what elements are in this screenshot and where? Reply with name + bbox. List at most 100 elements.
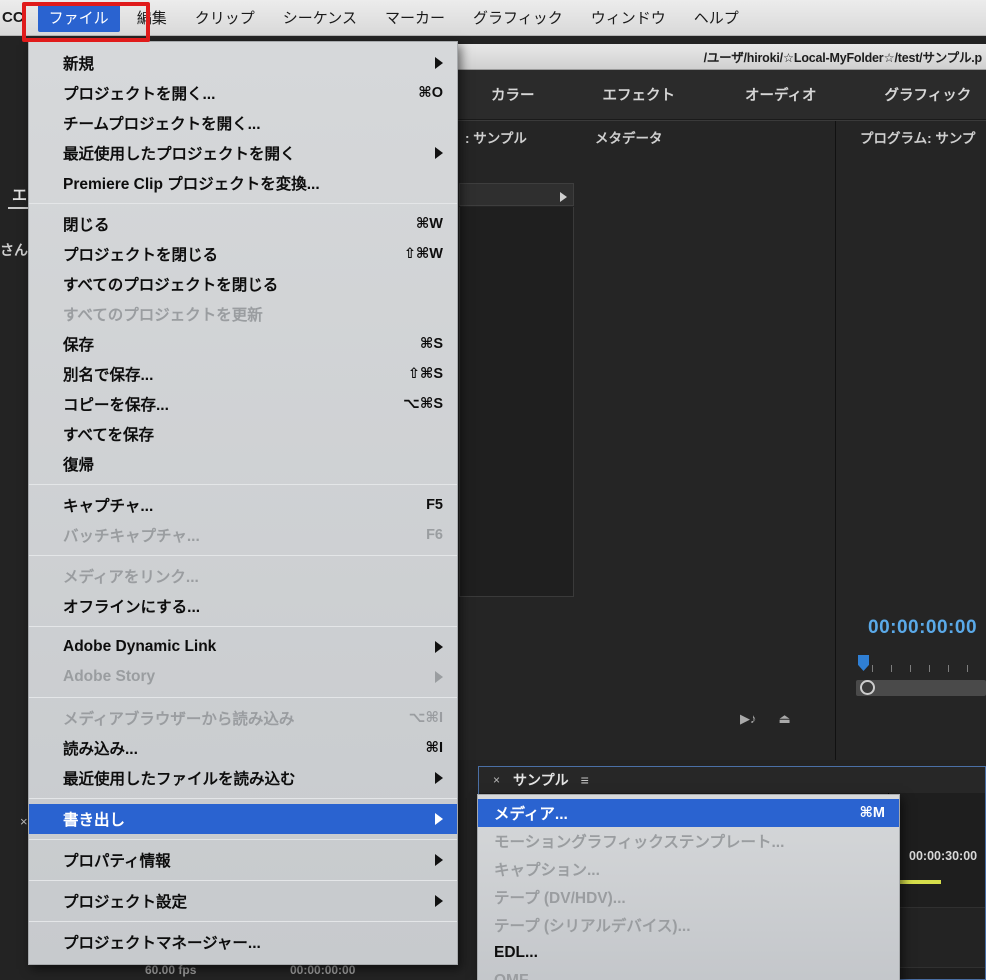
left-panel-strip: エ さん) ×: [0, 44, 33, 980]
menu-item-label: Adobe Dynamic Link: [63, 638, 217, 655]
menu-separator: [29, 555, 457, 556]
workspace-tab-color[interactable]: カラー: [477, 84, 549, 105]
menu-item[interactable]: チームプロジェクトを開く...: [29, 108, 457, 138]
menu-item[interactable]: 保存 ⌘S: [29, 329, 457, 359]
left-panel-tab-underline: [8, 207, 30, 209]
menu-item[interactable]: 別名で保存... ⇧⌘S: [29, 359, 457, 389]
menu-item[interactable]: コピーを保存... ⌥⌘S: [29, 389, 457, 419]
workspace-tab-effects[interactable]: エフェクト: [589, 84, 690, 105]
file-dropdown-menu: 新規 プロジェクトを開く... ⌘O チームプロジェクトを開く... 最近使用したプロジ…: [28, 41, 458, 965]
menu-item[interactable]: プロパティ情報: [29, 845, 457, 875]
menu-item[interactable]: キャプチャ... F5: [29, 490, 457, 520]
menu-item: メディアブラウザーから読み込み ⌥⌘I: [29, 703, 457, 733]
source-footer-icons: ▶♪ ⏏: [740, 711, 791, 727]
menu-separator: [29, 880, 457, 881]
menu-item-shortcut: F6: [426, 527, 443, 543]
menu-item: テープ (シリアルデバイス)...: [478, 911, 899, 939]
menu-item: モーショングラフィックステンプレート...: [478, 827, 899, 855]
menu-item-label: バッチキャプチャ...: [63, 528, 200, 545]
menu-item[interactable]: プロジェクトを閉じる ⇧⌘W: [29, 239, 457, 269]
menu-item: キャプション...: [478, 855, 899, 883]
menu-item-label: 書き出し: [63, 812, 126, 829]
program-scrubbar[interactable]: [856, 680, 986, 696]
menu-item-label: コピーを保存...: [63, 397, 169, 414]
source-dropdown[interactable]: [459, 183, 574, 206]
menu-item[interactable]: メディア... ⌘M: [478, 799, 899, 827]
menu-item[interactable]: 書き出し: [29, 804, 457, 834]
menubar-item-window[interactable]: ウィンドウ: [580, 3, 677, 32]
menu-item-label: メディア...: [494, 806, 568, 823]
submenu-arrow-icon: [435, 641, 443, 653]
menu-item-label: 別名で保存...: [63, 367, 154, 384]
menu-item: バッチキャプチャ... F6: [29, 520, 457, 550]
menu-item-shortcut: ⌥⌘I: [408, 710, 443, 726]
menu-item-label: プロジェクトを閉じる: [63, 247, 219, 264]
menubar: CC ファイル 編集 クリップ シーケンス マーカー グラフィック ウィンドウ …: [0, 0, 986, 36]
submenu-arrow-icon: [435, 671, 443, 683]
menu-item-label: 閉じる: [63, 217, 110, 234]
app-name-fragment: CC: [2, 9, 24, 26]
menu-separator: [29, 839, 457, 840]
menu-item[interactable]: 閉じる ⌘W: [29, 209, 457, 239]
timeline-tab-title[interactable]: サンプル: [513, 770, 569, 790]
submenu-arrow-icon: [435, 147, 443, 159]
left-panel-close-icon[interactable]: ×: [20, 814, 28, 829]
tab-metadata[interactable]: メタデータ: [595, 127, 663, 147]
timeline-clip-video[interactable]: [893, 880, 941, 884]
program-scrub-knob[interactable]: [860, 680, 875, 695]
menu-item: テープ (DV/HDV)...: [478, 883, 899, 911]
menu-item-label: キャプション...: [494, 862, 600, 879]
program-timecode: 00:00:00:00: [868, 617, 978, 638]
workspace-tabbar: カラー エフェクト オーディオ グラフィック: [455, 70, 986, 120]
menu-item[interactable]: 最近使用したプロジェクトを開く: [29, 138, 457, 168]
menubar-item-sequence[interactable]: シーケンス: [272, 3, 368, 32]
menu-item[interactable]: Premiere Clip プロジェクトを変換...: [29, 168, 457, 198]
workspace-tab-graphics[interactable]: グラフィック: [871, 84, 986, 105]
panel-divider-1[interactable]: [835, 121, 836, 760]
program-ruler-ticks: [872, 665, 986, 673]
menu-item: OMF: [478, 967, 899, 980]
menu-item[interactable]: すべてを保存: [29, 419, 457, 449]
play-audio-icon[interactable]: ▶♪: [740, 711, 757, 727]
timeline-ruler-timecode: 00:00:30:00: [909, 849, 978, 863]
menu-separator: [29, 484, 457, 485]
menubar-item-edit[interactable]: 編集: [126, 3, 178, 32]
menu-item: メディアをリンク...: [29, 561, 457, 591]
menu-item-label: すべてのプロジェクトを閉じる: [63, 277, 279, 294]
window-titlebar: /ユーザ/hiroki/☆Local-MyFolder☆/test/サンプル.p: [455, 44, 986, 70]
menu-item-label: すべてを保存: [63, 427, 154, 444]
menu-item-label: プロジェクトマネージャー...: [63, 935, 261, 952]
menubar-item-file[interactable]: ファイル: [37, 3, 120, 32]
menu-item-label: メディアブラウザーから読み込み: [63, 711, 295, 728]
menu-item[interactable]: Adobe Dynamic Link: [29, 632, 457, 662]
menubar-item-marker[interactable]: マーカー: [374, 3, 456, 32]
menu-item[interactable]: 最近使用したファイルを読み込む: [29, 763, 457, 793]
menu-item[interactable]: 新規: [29, 48, 457, 78]
menu-item[interactable]: プロジェクト設定: [29, 886, 457, 916]
menu-item[interactable]: 復帰: [29, 449, 457, 479]
workspace-tab-audio[interactable]: オーディオ: [731, 84, 831, 105]
menu-item-label: すべてのプロジェクトを更新: [63, 307, 263, 324]
menu-item[interactable]: プロジェクトマネージャー...: [29, 927, 457, 957]
menu-item-label: プロジェクトを開く...: [63, 86, 216, 103]
project-path-label: /ユーザ/hiroki/☆Local-MyFolder☆/test/サンプル.p: [703, 51, 983, 65]
menubar-item-graphics[interactable]: グラフィック: [462, 3, 574, 32]
menu-item-shortcut: ⌘W: [415, 216, 443, 232]
menu-item-shortcut: F5: [426, 497, 443, 513]
export-frame-icon[interactable]: ⏏: [779, 711, 791, 727]
menu-item[interactable]: EDL...: [478, 939, 899, 967]
tab-source[interactable]: : サンプル: [465, 127, 527, 147]
tab-program[interactable]: プログラム: サンプ: [860, 127, 975, 147]
menu-item[interactable]: オフラインにする...: [29, 591, 457, 621]
menu-item-label: オフラインにする...: [63, 599, 201, 616]
submenu-arrow-icon: [435, 57, 443, 69]
menu-item[interactable]: プロジェクトを開く... ⌘O: [29, 78, 457, 108]
menubar-item-clip[interactable]: クリップ: [184, 3, 266, 32]
left-panel-tab-label[interactable]: エ: [12, 184, 27, 205]
timeline-ruler[interactable]: [894, 867, 985, 879]
menubar-item-help[interactable]: ヘルプ: [683, 3, 750, 32]
menu-item[interactable]: すべてのプロジェクトを閉じる: [29, 269, 457, 299]
close-icon[interactable]: ×: [493, 773, 500, 787]
menu-item[interactable]: 読み込み... ⌘I: [29, 733, 457, 763]
hamburger-icon[interactable]: ≡: [581, 772, 589, 788]
